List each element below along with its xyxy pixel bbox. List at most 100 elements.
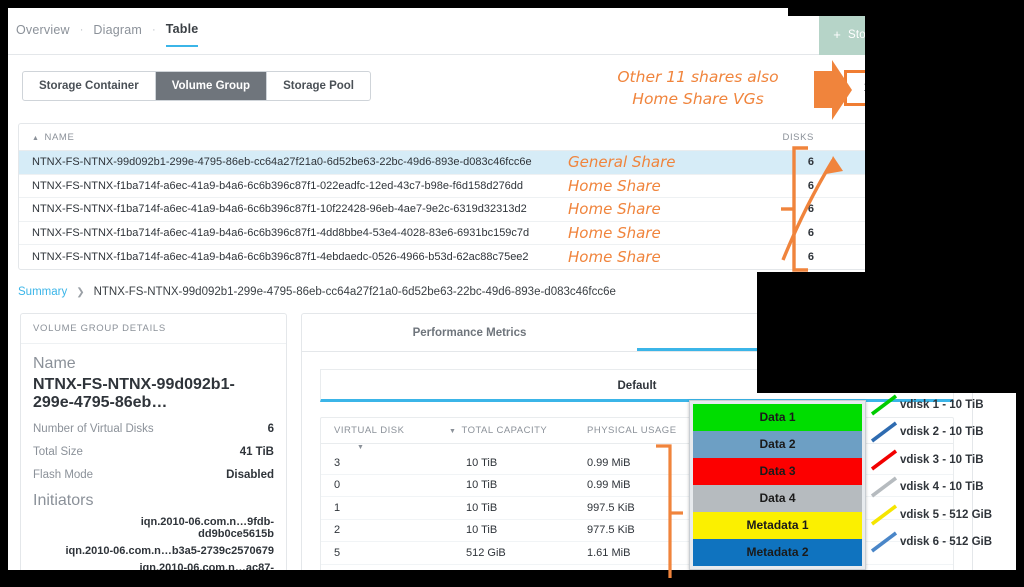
detail-name-label: Name	[33, 355, 76, 372]
detail-value: Disabled	[226, 469, 274, 481]
legend-band-metadata-1: Metadata 1	[693, 512, 862, 539]
column-header-name[interactable]: ▲ NAME	[19, 132, 564, 143]
table-row[interactable]: NTNX-FS-NTNX-f1ba714f-a6ec-41a9-b4a6-6c6…	[19, 175, 972, 198]
detail-value: 6	[267, 423, 274, 435]
cell-total-capacity: 10 TiB	[466, 524, 498, 537]
table-row[interactable]: NTNX-FS-NTNX-f1ba714f-a6ec-41a9-b4a6-6c6…	[19, 245, 972, 269]
vdisk-legend-label: vdisk 5 - 512 GiB	[900, 508, 993, 521]
pill-storage-pool[interactable]: Storage Pool	[267, 72, 370, 100]
row-name: NTNX-FS-NTNX-f1ba714f-a6ec-41a9-b4a6-6c6…	[32, 226, 530, 239]
detail-label: Total Size	[33, 446, 83, 458]
detail-name-value: NTNX-FS-NTNX-99d092b1-299e-4795-86eb…	[33, 376, 235, 411]
detail-label: Flash Mode	[33, 469, 94, 481]
breadcrumb-chevron-icon: ❯	[76, 286, 85, 298]
disk-color-legend-stack: Data 1 Data 2 Data 3 Data 4 Metadata 1 M…	[689, 400, 866, 570]
vdisk-5-line-icon	[870, 504, 898, 526]
annotation-shares-note-line2: Home Share VGs	[632, 90, 764, 109]
legend-band-data-2: Data 2	[693, 431, 862, 458]
detail-row-flash-mode: Flash Mode Disabled	[21, 469, 286, 481]
vdisk-legend-list: vdisk 1 - 10 TiB vdisk 2 - 10 TiB vdisk …	[870, 391, 1016, 556]
cell-total-capacity: 512 GiB	[466, 546, 506, 559]
list-item: iqn.2010-06.com.n…9fdb-dd9b0ce5615b	[140, 516, 274, 540]
breadcrumb-summary-link[interactable]: Summary	[18, 286, 67, 298]
list-item: vdisk 2 - 10 TiB	[870, 419, 1016, 447]
nav-separator-2: ·	[152, 24, 156, 36]
volume-group-table: ▲NAME DISKS CONTROLLER IO B/W NTNX-FS-NT…	[18, 123, 973, 270]
pill-volume-group[interactable]: Volume Group	[155, 72, 268, 100]
row-disks: 6	[807, 226, 814, 239]
cell-virtual-disk: 1	[334, 501, 341, 514]
detail-name-block: Name NTNX-FS-NTNX-99d092b1-299e-4795-86e…	[21, 355, 286, 412]
column-header-disks[interactable]: DISKS	[749, 132, 824, 143]
detail-label: Number of Virtual Disks	[33, 423, 154, 435]
detail-row-number-of-virtual-disks: Number of Virtual Disks 6	[21, 423, 286, 435]
vdisk-legend-label: vdisk 2 - 10 TiB	[900, 426, 984, 439]
list-item: vdisk 6 - 512 GiB	[870, 529, 1016, 557]
row-name: NTNX-FS-NTNX-f1ba714f-a6ec-41a9-b4a6-6c6…	[32, 179, 524, 192]
list-item: vdisk 1 - 10 TiB	[870, 391, 1016, 419]
vdisk-2-line-icon	[870, 421, 898, 443]
top-nav-links: Overview · Diagram · Table	[16, 22, 199, 47]
cell-virtual-disk: 2	[334, 524, 341, 537]
details-card-header: VOLUME GROUP DETAILS	[21, 314, 286, 344]
cell-virtual-disk: 0	[334, 479, 341, 492]
row-name: NTNX-FS-NTNX-f1ba714f-a6ec-41a9-b4a6-6c6…	[32, 250, 529, 263]
sort-descending-icon: ▼	[449, 428, 457, 435]
annotation-shares-note: Other 11 shares also Home Share VGs	[583, 66, 813, 111]
detail-initiators-block: Initiators	[21, 492, 286, 510]
redaction-block-right	[865, 8, 1016, 272]
nav-link-overview[interactable]: Overview	[16, 23, 70, 46]
sort-ascending-icon: ▲	[32, 134, 40, 142]
entity-type-pill-group: Storage Container Volume Group Storage P…	[22, 71, 371, 101]
vdisk-legend-label: vdisk 6 - 512 GiB	[900, 536, 993, 549]
application-surface: Overview · Diagram · Table + Storage Con…	[8, 8, 1016, 578]
vdisk-4-line-icon	[870, 476, 898, 498]
annotation-shares-note-line1: Other 11 shares also	[617, 68, 779, 86]
nav-link-table[interactable]: Table	[165, 22, 199, 47]
breadcrumb: Summary ❯ NTNX-FS-NTNX-99d092b1-299e-479…	[18, 286, 616, 298]
legend-band-metadata-2: Metadata 2	[693, 539, 862, 566]
cell-virtual-disk: 3	[334, 456, 341, 469]
volume-group-details-card: VOLUME GROUP DETAILS Name NTNX-FS-NTNX-9…	[20, 313, 287, 578]
detail-value: 41 TiB	[239, 446, 274, 458]
row-disks: 6	[807, 179, 814, 192]
breadcrumb-current: NTNX-FS-NTNX-99d092b1-299e-4795-86eb-cc6…	[93, 286, 616, 298]
initiators-list: iqn.2010-06.com.n…9fdb-dd9b0ce5615b iqn.…	[21, 516, 286, 578]
row-name: NTNX-FS-NTNX-99d092b1-299e-4795-86eb-cc6…	[32, 156, 532, 169]
vdisk-3-line-icon	[870, 449, 898, 471]
row-name: NTNX-FS-NTNX-f1ba714f-a6ec-41a9-b4a6-6c6…	[32, 203, 527, 216]
row-annotation: Home Share	[568, 223, 661, 242]
row-annotation: Home Share	[568, 176, 661, 195]
redaction-block-middle	[757, 272, 1016, 393]
cell-total-capacity: 10 TiB	[466, 501, 498, 514]
vdisk-legend-label: vdisk 3 - 10 TiB	[900, 453, 984, 466]
nav-link-diagram[interactable]: Diagram	[93, 23, 142, 46]
vdisk-1-line-icon	[870, 394, 898, 416]
detail-row-total-size: Total Size 41 TiB	[21, 446, 286, 458]
tab-performance-metrics[interactable]: Performance Metrics	[302, 314, 637, 351]
list-item: vdisk 4 - 10 TiB	[870, 474, 1016, 502]
list-item: vdisk 3 - 10 TiB	[870, 446, 1016, 474]
legend-band-data-4: Data 4	[693, 485, 862, 512]
list-item: iqn.2010-06.com.n…b3a5-2739c2570679	[65, 545, 274, 557]
row-disks: 6	[807, 250, 814, 263]
legend-band-data-3: Data 3	[693, 458, 862, 485]
nav-separator-1: ·	[79, 24, 84, 36]
detail-initiators-label: Initiators	[33, 492, 94, 509]
row-annotation: General Share	[568, 153, 676, 172]
column-header-virtual-disk[interactable]: VIRTUAL DISK	[321, 425, 439, 436]
vdisk-legend-label: vdisk 1 - 10 TiB	[900, 398, 984, 411]
pill-storage-container[interactable]: Storage Container	[23, 72, 156, 100]
column-header-total-capacity[interactable]: ▼ TOTAL CAPACITY	[439, 425, 579, 436]
row-annotation: Home Share	[568, 247, 661, 266]
table-row[interactable]: NTNX-FS-NTNX-99d092b1-299e-4795-86eb-cc6…	[19, 151, 972, 175]
row-disks: 6	[807, 203, 814, 216]
volume-group-table-header: ▲NAME DISKS CONTROLLER IO B/W	[19, 124, 972, 151]
redaction-block-bottom	[8, 570, 1016, 578]
cell-total-capacity: 10 TiB	[466, 456, 498, 469]
table-row[interactable]: NTNX-FS-NTNX-f1ba714f-a6ec-41a9-b4a6-6c6…	[19, 222, 972, 245]
row-disks: 6	[807, 156, 814, 169]
vdisk-legend-label: vdisk 4 - 10 TiB	[900, 481, 984, 494]
table-row[interactable]: NTNX-FS-NTNX-f1ba714f-a6ec-41a9-b4a6-6c6…	[19, 198, 972, 222]
vdisk-6-line-icon	[870, 531, 898, 553]
